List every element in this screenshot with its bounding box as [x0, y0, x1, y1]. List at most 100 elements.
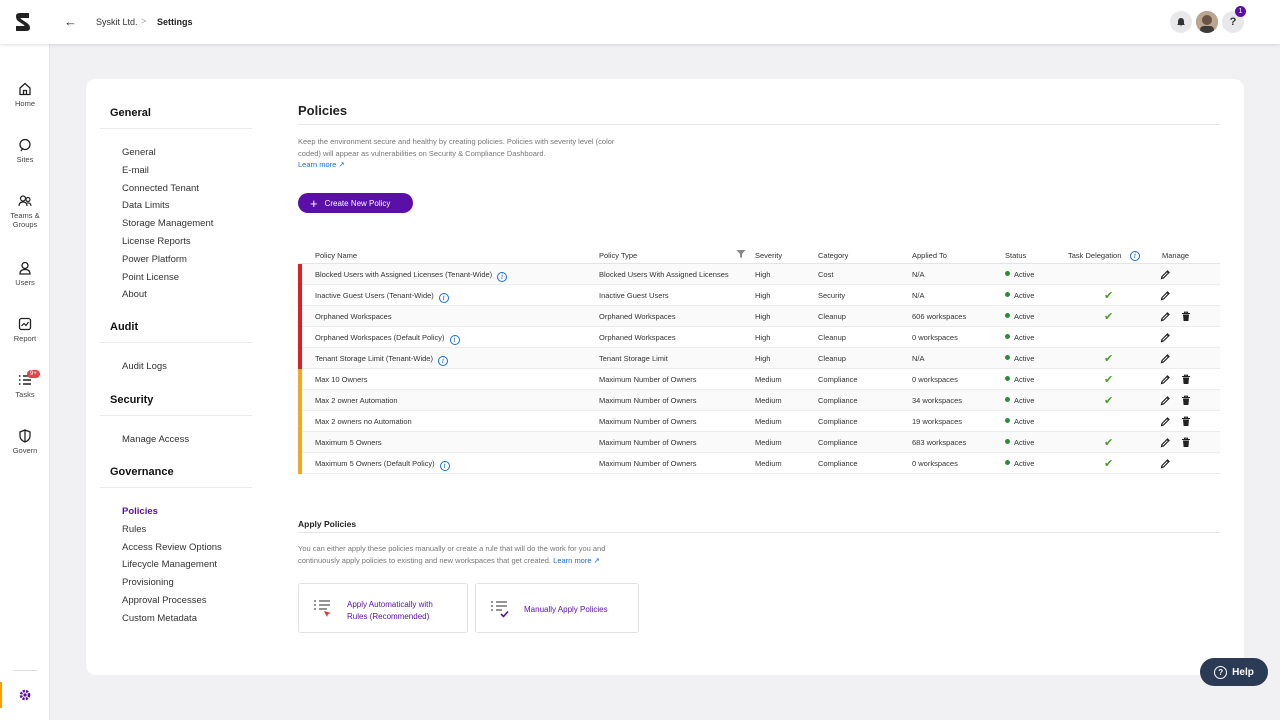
edit-pencil-icon[interactable]	[1160, 372, 1171, 390]
nav-item-general[interactable]: General	[122, 147, 156, 158]
nav-item-connected-tenant[interactable]: Connected Tenant	[122, 183, 199, 194]
create-new-policy-button[interactable]: + Create New Policy	[298, 193, 413, 213]
edit-pencil-icon[interactable]	[1160, 393, 1171, 411]
rail-item-tasks[interactable]: Tasks 9+	[0, 370, 50, 399]
edit-pencil-icon[interactable]	[1160, 330, 1171, 348]
notifications-bell-icon[interactable]	[1170, 11, 1192, 33]
cell-name[interactable]: Maximum 5 Owners (Default Policy) i	[315, 459, 450, 471]
apply-automatically-card[interactable]: Apply Automatically with Rules (Recommend…	[298, 583, 468, 633]
cell-category: Compliance	[818, 375, 858, 384]
nav-item-license-reports[interactable]: License Reports	[122, 236, 191, 247]
column-header-policy-name[interactable]: Policy Name	[315, 251, 357, 260]
cell-type: Maximum Number of Owners	[599, 396, 697, 405]
table-row[interactable]: Max 2 owner Automation Maximum Number of …	[298, 390, 1220, 411]
edit-pencil-icon[interactable]	[1160, 456, 1171, 474]
cell-status: Active	[1005, 459, 1034, 468]
table-row[interactable]: Maximum 5 Owners Maximum Number of Owners…	[298, 432, 1220, 453]
column-header-manage[interactable]: Manage	[1162, 251, 1189, 260]
cell-name[interactable]: Max 10 Owners	[315, 375, 368, 384]
column-header-status[interactable]: Status	[1005, 251, 1026, 260]
apply-description: You can either apply these policies manu…	[298, 543, 643, 566]
column-header-category[interactable]: Category	[818, 251, 848, 260]
status-dot	[1005, 355, 1010, 360]
nav-item-access-review-options[interactable]: Access Review Options	[122, 542, 222, 553]
table-row[interactable]: Orphaned Workspaces Orphaned Workspaces Hi…	[298, 306, 1220, 327]
cell-name[interactable]: Tenant Storage Limit (Tenant-Wide) i	[315, 354, 448, 366]
nav-item-power-platform[interactable]: Power Platform	[122, 254, 187, 265]
edit-pencil-icon[interactable]	[1160, 309, 1171, 327]
table-row[interactable]: Orphaned Workspaces (Default Policy) i Orp…	[298, 327, 1220, 348]
severity-color-bar	[298, 453, 302, 474]
rail-item-users[interactable]: Users	[0, 261, 50, 287]
task-delegation-info-icon[interactable]: i	[1130, 249, 1140, 261]
nav-item-about[interactable]: About	[122, 289, 147, 300]
nav-item-data-limits[interactable]: Data Limits	[122, 200, 170, 211]
table-row[interactable]: Blocked Users with Assigned Licenses (Te…	[298, 264, 1220, 285]
cell-name[interactable]: Orphaned Workspaces	[315, 312, 392, 321]
info-icon[interactable]: i	[438, 293, 449, 303]
table-row[interactable]: Max 10 Owners Maximum Number of Owners Med…	[298, 369, 1220, 390]
nav-item-point-license[interactable]: Point License	[122, 272, 179, 283]
table-row[interactable]: Tenant Storage Limit (Tenant-Wide) i Tenan…	[298, 348, 1220, 369]
nav-item-rules[interactable]: Rules	[122, 524, 146, 535]
nav-section-security: Security	[110, 394, 154, 406]
severity-color-bar	[298, 390, 302, 411]
rail-item-teams[interactable]: Teams & Groups	[0, 194, 50, 229]
cell-name[interactable]: Blocked Users with Assigned Licenses (Te…	[315, 270, 508, 282]
syskit-logo-icon[interactable]	[12, 11, 34, 33]
column-header-policy-type[interactable]: Policy Type	[599, 251, 637, 260]
nav-item-storage-management[interactable]: Storage Management	[122, 218, 213, 229]
info-icon[interactable]: i	[449, 335, 460, 345]
filter-icon[interactable]	[736, 249, 746, 261]
cell-name[interactable]: Maximum 5 Owners	[315, 438, 382, 447]
user-avatar[interactable]	[1196, 11, 1218, 33]
delete-trash-icon[interactable]	[1181, 309, 1191, 327]
nav-item-audit-logs[interactable]: Audit Logs	[122, 361, 167, 372]
edit-pencil-icon[interactable]	[1160, 267, 1171, 285]
nav-item-lifecycle-management[interactable]: Lifecycle Management	[122, 559, 217, 570]
nav-item-policies[interactable]: Policies	[122, 506, 158, 517]
info-icon[interactable]: i	[497, 272, 508, 282]
column-header-task-delegation[interactable]: Task Delegation	[1068, 251, 1121, 260]
delete-trash-icon[interactable]	[1181, 393, 1191, 411]
nav-item-provisioning[interactable]: Provisioning	[122, 577, 174, 588]
rail-item-report[interactable]: Report	[0, 317, 50, 343]
learn-more-link[interactable]: Learn more ↗	[298, 160, 345, 169]
delete-trash-icon[interactable]	[1181, 435, 1191, 453]
delete-trash-icon[interactable]	[1181, 372, 1191, 390]
edit-pencil-icon[interactable]	[1160, 351, 1171, 369]
edit-pencil-icon[interactable]	[1160, 288, 1171, 306]
table-row[interactable]: Inactive Guest Users (Tenant-Wide) i Inact…	[298, 285, 1220, 306]
task-delegation-check-icon: ✔	[1104, 395, 1114, 407]
nav-item-custom-metadata[interactable]: Custom Metadata	[122, 613, 197, 624]
table-row[interactable]: Maximum 5 Owners (Default Policy) i Maximu…	[298, 453, 1220, 474]
rail-item-sites[interactable]: Sites	[0, 138, 50, 164]
cell-type: Blocked Users With Assigned Licenses	[599, 270, 729, 279]
nav-item-manage-access[interactable]: Manage Access	[122, 434, 189, 445]
rail-item-home[interactable]: Home	[0, 82, 50, 108]
manually-apply-card[interactable]: Manually Apply Policies	[475, 583, 639, 633]
rail-item-settings[interactable]	[0, 680, 50, 710]
back-arrow-icon[interactable]: ←	[64, 14, 77, 29]
breadcrumb-tenant[interactable]: Syskit Ltd.	[96, 17, 138, 27]
column-header-severity[interactable]: Severity	[755, 251, 782, 260]
info-icon[interactable]: i	[437, 356, 448, 366]
delete-trash-icon[interactable]	[1181, 414, 1191, 432]
help-button[interactable]: ? Help	[1200, 658, 1268, 686]
nav-item-e-mail[interactable]: E-mail	[122, 165, 149, 176]
teams-icon	[18, 195, 32, 207]
table-header: Policy Name Policy Type Severity Category Ap…	[298, 245, 1220, 264]
severity-color-bar	[298, 264, 302, 285]
edit-pencil-icon[interactable]	[1160, 414, 1171, 432]
rail-item-govern[interactable]: Govern	[0, 429, 50, 455]
column-header-applied-to[interactable]: Applied To	[912, 251, 947, 260]
cell-name[interactable]: Orphaned Workspaces (Default Policy) i	[315, 333, 460, 345]
table-row[interactable]: Max 2 owners no Automation Maximum Number…	[298, 411, 1220, 432]
nav-item-approval-processes[interactable]: Approval Processes	[122, 595, 206, 606]
edit-pencil-icon[interactable]	[1160, 435, 1171, 453]
cell-name[interactable]: Inactive Guest Users (Tenant-Wide) i	[315, 291, 449, 303]
cell-name[interactable]: Max 2 owners no Automation	[315, 417, 412, 426]
info-icon[interactable]: i	[439, 461, 450, 471]
cell-name[interactable]: Max 2 owner Automation	[315, 396, 398, 405]
apply-learn-more-link[interactable]: Learn more ↗	[553, 556, 600, 565]
